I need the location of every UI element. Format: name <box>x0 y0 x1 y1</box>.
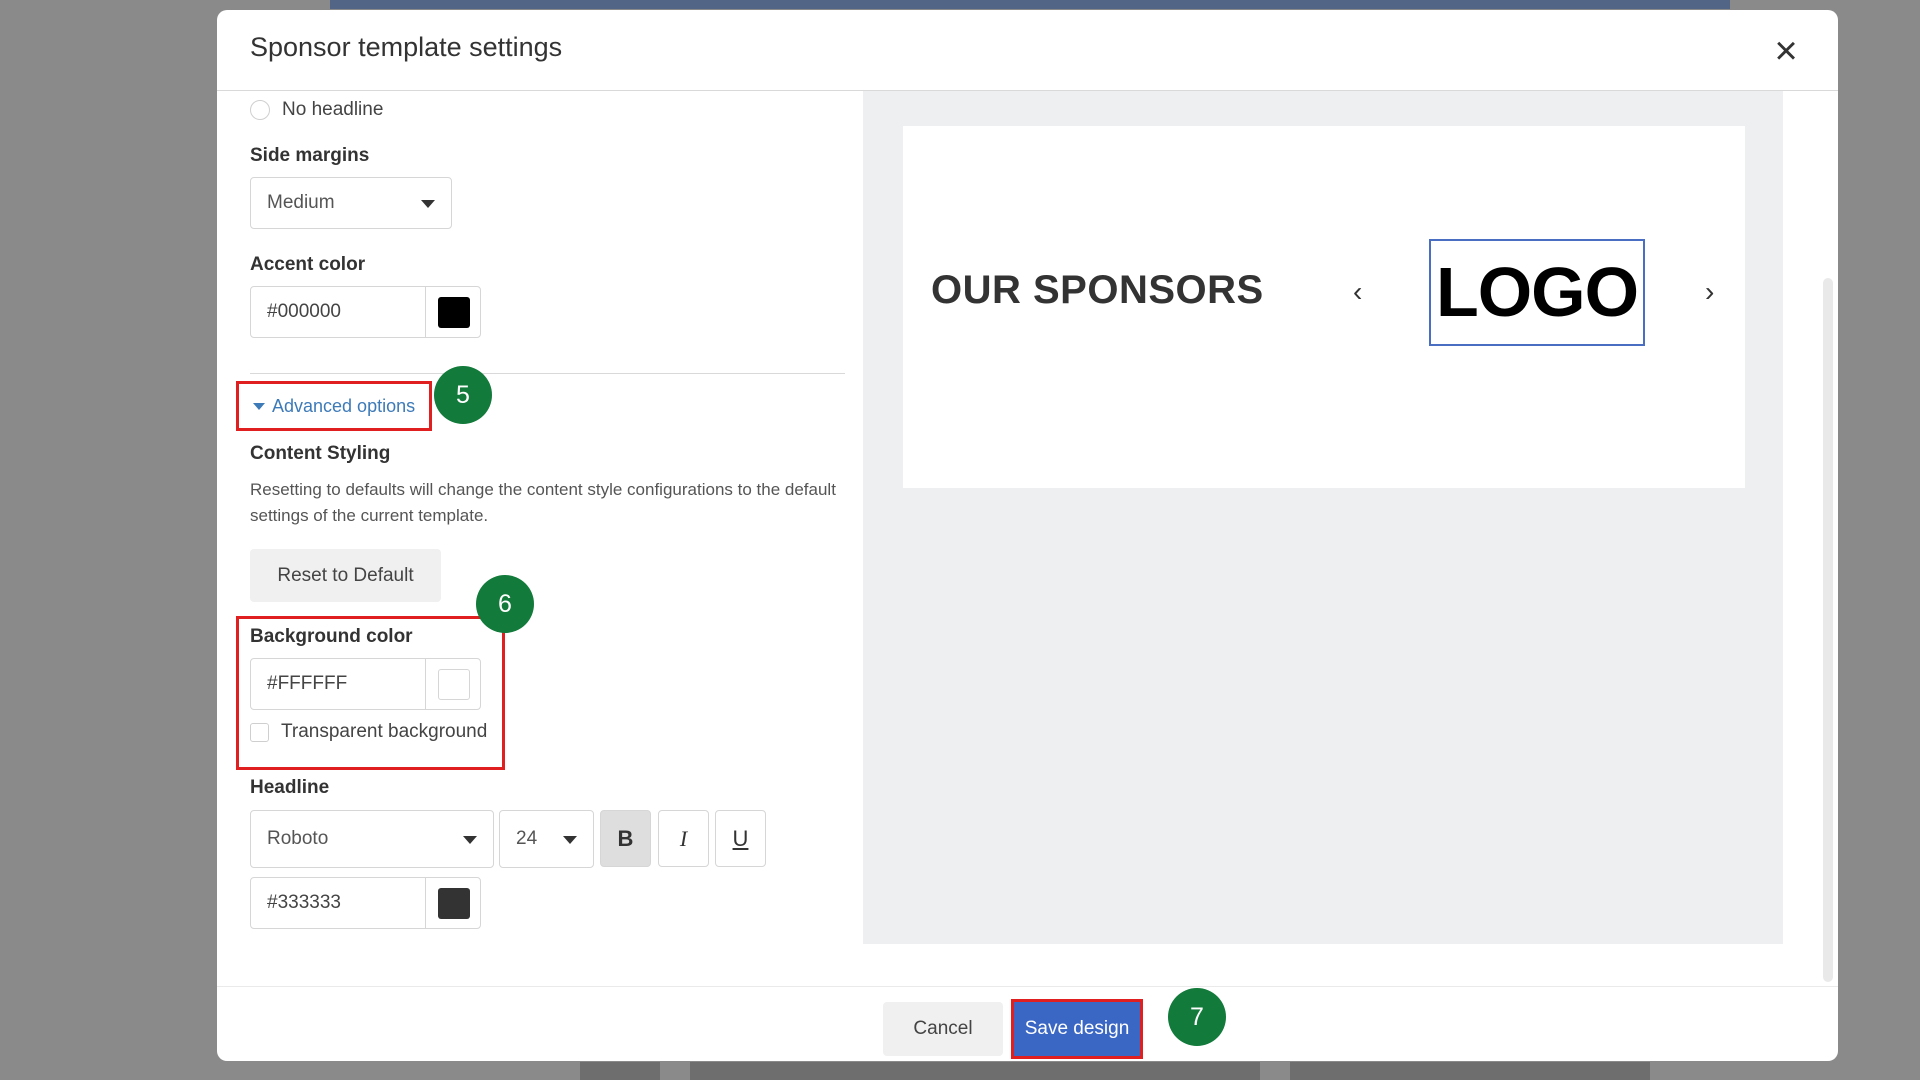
advanced-options-toggle[interactable]: Advanced options <box>253 396 415 417</box>
background-color-value: #FFFFFF <box>267 673 348 694</box>
bold-button[interactable]: B <box>600 810 651 867</box>
headline-color-picker[interactable] <box>425 878 480 928</box>
preview-area: OUR SPONSORS ‹ LOGO › <box>863 91 1783 944</box>
background-strip <box>580 1062 660 1080</box>
modal-header: Sponsor template settings × <box>217 10 1838 91</box>
chevron-right-icon[interactable]: › <box>1705 276 1714 308</box>
sponsors-headline: OUR SPONSORS <box>931 268 1264 312</box>
logo-placeholder: LOGO <box>1435 253 1639 331</box>
reset-to-default-button[interactable]: Reset to Default <box>250 549 441 602</box>
headline-font-select[interactable]: Roboto <box>250 810 494 868</box>
side-margins-value: Medium <box>267 192 335 213</box>
step-marker-7: 7 <box>1168 988 1226 1046</box>
background-color-field[interactable]: #FFFFFF <box>250 658 481 710</box>
headline-color-value: #333333 <box>267 892 341 913</box>
headline-label: Headline <box>250 777 330 798</box>
headline-size-select[interactable]: 24 <box>499 810 594 868</box>
chevron-left-icon[interactable]: ‹ <box>1353 276 1362 308</box>
modal-footer: Cancel Save design <box>217 986 1838 1061</box>
accent-color-swatch <box>438 297 470 328</box>
modal-title: Sponsor template settings <box>250 32 563 62</box>
chevron-down-icon <box>421 200 435 208</box>
accent-color-picker[interactable] <box>425 287 480 337</box>
background-color-label: Background color <box>250 626 413 647</box>
step-marker-5: 5 <box>434 366 492 424</box>
background-strip <box>690 1062 1260 1080</box>
caret-down-icon <box>253 403 265 410</box>
close-icon[interactable]: × <box>1768 31 1804 71</box>
accent-color-value: #000000 <box>267 301 341 322</box>
accent-color-label: Accent color <box>250 254 366 275</box>
save-design-button[interactable]: Save design <box>1011 999 1143 1059</box>
side-margins-select[interactable]: Medium <box>250 177 452 229</box>
background-color-picker[interactable] <box>425 659 480 709</box>
headline-font-value: Roboto <box>267 828 329 849</box>
settings-panel: No headline Side margins Medium Accent c… <box>217 91 862 981</box>
content-styling-heading: Content Styling <box>250 443 391 464</box>
background-strip <box>1290 1062 1650 1080</box>
italic-button[interactable]: I <box>658 810 709 867</box>
headline-color-field[interactable]: #333333 <box>250 877 481 929</box>
background-bar <box>330 0 1730 9</box>
cancel-button[interactable]: Cancel <box>883 1002 1003 1056</box>
accent-color-field[interactable]: #000000 <box>250 286 481 338</box>
no-headline-option[interactable]: No headline <box>250 96 383 124</box>
sponsor-logo[interactable]: LOGO <box>1429 239 1645 346</box>
underline-button[interactable]: U <box>715 810 766 867</box>
advanced-options-label: Advanced options <box>272 396 416 416</box>
divider <box>250 373 845 374</box>
transparent-background-option[interactable]: Transparent background <box>250 721 487 743</box>
no-headline-radio[interactable] <box>250 100 270 120</box>
no-headline-label: No headline <box>282 99 384 120</box>
sponsor-preview: OUR SPONSORS ‹ LOGO › <box>903 126 1745 488</box>
side-margins-label: Side margins <box>250 145 370 166</box>
transparent-background-label: Transparent background <box>281 721 488 742</box>
headline-color-swatch <box>438 888 470 919</box>
chevron-down-icon <box>563 836 577 844</box>
headline-size-value: 24 <box>516 828 538 849</box>
chevron-down-icon <box>463 836 477 844</box>
transparent-background-checkbox[interactable] <box>250 722 269 742</box>
background-color-swatch <box>438 669 470 700</box>
scrollbar[interactable] <box>1823 278 1833 982</box>
content-styling-description: Resetting to defaults will change the co… <box>250 480 836 525</box>
step-marker-6: 6 <box>476 575 534 633</box>
sponsor-settings-modal: Sponsor template settings × No headline … <box>217 10 1838 1061</box>
